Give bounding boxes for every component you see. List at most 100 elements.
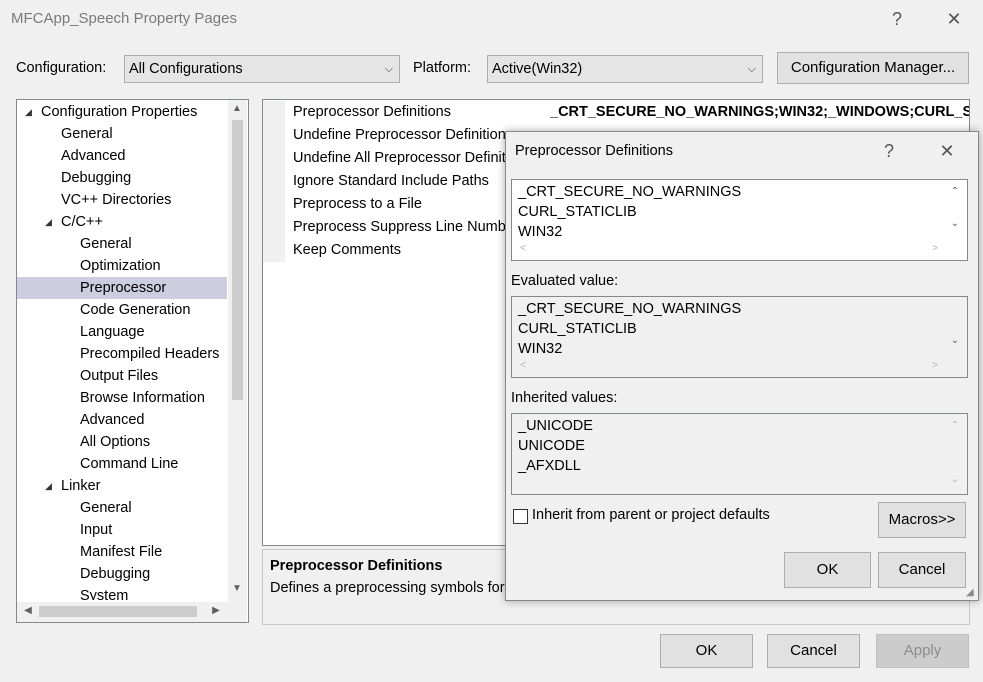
- tree-item[interactable]: All Options: [17, 431, 227, 453]
- inherited-line: _AFXDLL: [518, 458, 581, 474]
- description-title: Preprocessor Definitions: [270, 558, 443, 574]
- tree-item-label: General: [80, 500, 132, 516]
- inherit-checkbox[interactable]: [513, 509, 528, 524]
- property-name: Keep Comments: [293, 242, 401, 258]
- inherited-line: _UNICODE: [518, 418, 593, 434]
- configuration-select[interactable]: All Configurations ⌵: [124, 55, 400, 83]
- scroll-right-icon[interactable]: >: [926, 360, 944, 371]
- inherited-textbox[interactable]: _UNICODE UNICODE _AFXDLL ⌃ ⌄: [511, 413, 968, 495]
- dialog-cancel-button[interactable]: Cancel: [878, 552, 966, 588]
- scroll-up-icon[interactable]: ▲: [228, 103, 246, 114]
- evaluated-line: WIN32: [518, 341, 563, 355]
- tree-item[interactable]: Browse Information: [17, 387, 227, 409]
- tree-item[interactable]: Output Files: [17, 365, 227, 387]
- tree-item-label: Advanced: [80, 412, 145, 428]
- scroll-down-icon[interactable]: ⌄: [946, 218, 964, 229]
- property-name: Ignore Standard Include Paths: [293, 173, 489, 189]
- cancel-button[interactable]: Cancel: [767, 634, 860, 668]
- configuration-label: Configuration:: [16, 60, 107, 76]
- tree-horizontal-scrollbar[interactable]: ◀ ▶: [17, 602, 247, 622]
- property-tree[interactable]: ◢ Configuration Properties General Advanced…: [16, 99, 249, 623]
- macros-button[interactable]: Macros>>: [878, 502, 966, 538]
- tree-item[interactable]: ◢ Configuration Properties: [17, 101, 227, 123]
- tree-item[interactable]: General: [17, 123, 227, 145]
- tree-item[interactable]: System: [17, 585, 227, 600]
- scroll-left-icon[interactable]: <: [514, 360, 532, 371]
- row-gutter: [263, 124, 285, 147]
- tree-item[interactable]: Precompiled Headers: [17, 343, 227, 365]
- help-icon[interactable]: ?: [874, 136, 904, 166]
- dialog-ok-button[interactable]: OK: [784, 552, 871, 588]
- tree-item[interactable]: VC++ Directories: [17, 189, 227, 211]
- tree-vertical-scrollbar[interactable]: ▲ ▼: [228, 100, 247, 602]
- inherited-label: Inherited values:: [511, 390, 618, 406]
- property-row[interactable]: Preprocessor Definitions _CRT_SECURE_NO_W…: [263, 101, 969, 124]
- definitions-textbox[interactable]: _CRT_SECURE_NO_WARNINGS CURL_STATICLIB WIN…: [511, 179, 968, 261]
- tree-item-label: Debugging: [80, 566, 151, 582]
- scroll-left-icon[interactable]: <: [514, 243, 532, 254]
- evaluated-line: CURL_STATICLIB: [518, 321, 637, 337]
- help-icon[interactable]: ?: [882, 4, 912, 34]
- expand-triangle-icon[interactable]: ◢: [45, 475, 52, 497]
- chevron-down-icon: ⌵: [384, 63, 393, 75]
- tree-item[interactable]: Optimization: [17, 255, 227, 277]
- row-gutter: [263, 147, 285, 170]
- expand-triangle-icon[interactable]: ◢: [25, 101, 32, 123]
- tree-item[interactable]: Command Line: [17, 453, 227, 475]
- scroll-up-icon: ⌃: [950, 420, 960, 431]
- tree-item-label: Linker: [61, 478, 101, 494]
- close-icon[interactable]: ✕: [939, 4, 969, 34]
- tree-item[interactable]: General: [17, 497, 227, 519]
- scroll-thumb[interactable]: [232, 120, 243, 400]
- tree-item[interactable]: Preprocessor: [17, 277, 227, 299]
- scroll-right-icon[interactable]: >: [926, 243, 944, 254]
- property-name: Undefine Preprocessor Definitions: [293, 127, 514, 143]
- tree-item[interactable]: General: [17, 233, 227, 255]
- tree-item-label: General: [80, 236, 132, 252]
- tree-item[interactable]: Debugging: [17, 563, 227, 585]
- horizontal-scrollbar[interactable]: < >: [512, 240, 944, 260]
- property-value[interactable]: _CRT_SECURE_NO_WARNINGS;WIN32;_WINDOWS;C…: [550, 101, 969, 124]
- tree-item[interactable]: Language: [17, 321, 227, 343]
- resize-grip-icon[interactable]: ◢: [966, 587, 974, 598]
- close-icon[interactable]: ✕: [932, 136, 962, 166]
- tree-item[interactable]: ◢ Linker: [17, 475, 227, 497]
- ok-button[interactable]: OK: [660, 634, 753, 668]
- inherit-checkbox-label[interactable]: Inherit from parent or project defaults: [532, 507, 770, 523]
- scroll-down-icon[interactable]: ⌄: [946, 335, 964, 346]
- tree-item[interactable]: Code Generation: [17, 299, 227, 321]
- apply-button[interactable]: Apply: [876, 634, 969, 668]
- inherited-line: UNICODE: [518, 438, 585, 454]
- expand-triangle-icon[interactable]: ◢: [45, 211, 52, 233]
- platform-select[interactable]: Active(Win32) ⌵: [487, 55, 763, 83]
- tree-item-label: Debugging: [61, 170, 132, 186]
- evaluated-textbox[interactable]: _CRT_SECURE_NO_WARNINGS CURL_STATICLIB WIN…: [511, 296, 968, 378]
- tree-item[interactable]: Debugging: [17, 167, 227, 189]
- scroll-thumb[interactable]: [39, 606, 197, 617]
- evaluated-lines: _CRT_SECURE_NO_WARNINGS CURL_STATICLIB WIN…: [512, 299, 942, 355]
- tree-item[interactable]: Advanced: [17, 409, 227, 431]
- scroll-down-icon: ⌄: [950, 474, 960, 485]
- tree-item-label: Command Line: [80, 456, 179, 472]
- evaluated-line: _CRT_SECURE_NO_WARNINGS: [518, 301, 742, 317]
- scroll-down-icon[interactable]: ▼: [228, 583, 246, 594]
- configuration-select-value: All Configurations: [129, 61, 243, 77]
- tree-item[interactable]: ◢ C/C++: [17, 211, 227, 233]
- preprocessor-definitions-dialog: Preprocessor Definitions ? ✕ _CRT_SECURE…: [505, 131, 979, 601]
- tree-item[interactable]: Advanced: [17, 145, 227, 167]
- platform-label: Platform:: [413, 60, 472, 76]
- tree-item-label: Optimization: [80, 258, 161, 274]
- description-text: Defines a preprocessing symbols for: [270, 580, 505, 596]
- tree-item[interactable]: Manifest File: [17, 541, 227, 563]
- scroll-up-icon[interactable]: ⌃: [946, 186, 964, 197]
- tree-item-label: Input: [80, 522, 113, 538]
- tree-item-label: Preprocessor: [80, 280, 167, 296]
- tree-item-label: VC++ Directories: [61, 192, 172, 208]
- scroll-right-icon[interactable]: ▶: [207, 605, 225, 616]
- scroll-left-icon[interactable]: ◀: [19, 605, 37, 616]
- tree-item[interactable]: Input: [17, 519, 227, 541]
- inherited-lines: _UNICODE UNICODE _AFXDLL: [512, 416, 942, 486]
- configuration-manager-button[interactable]: Configuration Manager...: [777, 52, 969, 84]
- property-name: Preprocess Suppress Line Numbers: [293, 219, 526, 235]
- tree-item-label: Configuration Properties: [41, 104, 198, 120]
